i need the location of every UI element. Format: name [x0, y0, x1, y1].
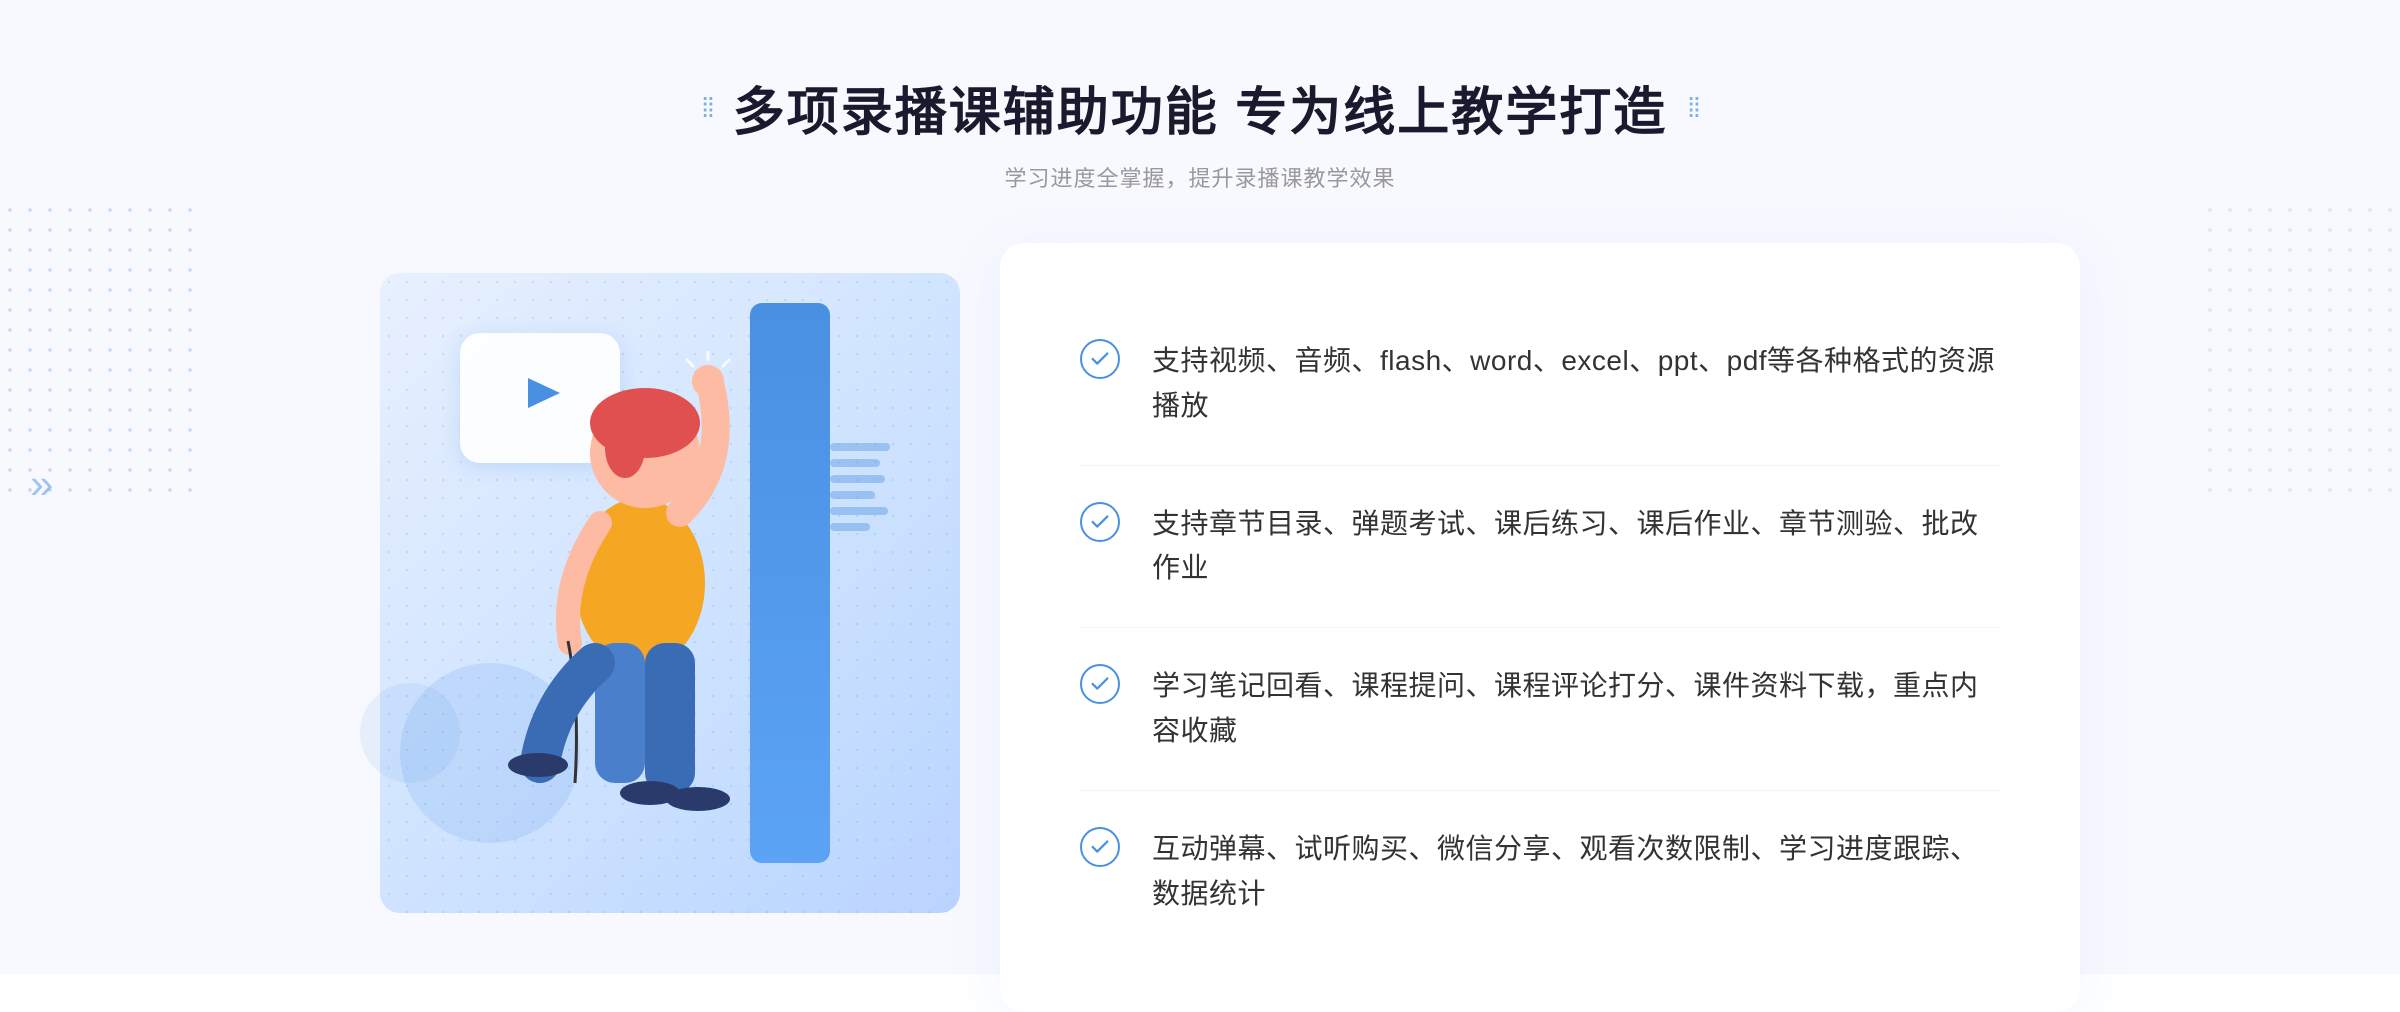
check-icon-3: [1080, 664, 1120, 704]
check-icon-2: [1080, 502, 1120, 542]
chevron-left-decoration: »: [30, 460, 53, 508]
check-icon-4: [1080, 827, 1120, 867]
stripe-decoration: [830, 443, 900, 563]
decorative-dots-left: ⁞⁞: [701, 92, 713, 124]
content-area: 支持视频、音频、flash、word、excel、ppt、pdf等各种格式的资源…: [320, 243, 2080, 1012]
bg-dots-left: [0, 200, 200, 500]
page-subtitle: 学习进度全掌握，提升录播课教学效果: [701, 161, 1699, 193]
decorative-dots-right: ⁞⁞: [1687, 92, 1699, 124]
feature-text-1: 支持视频、音频、flash、word、excel、ppt、pdf等各种格式的资源…: [1152, 339, 2000, 429]
illustration-container: [320, 243, 1020, 943]
circle-blue-small: [360, 683, 460, 783]
feature-item-4: 互动弹幕、试听购买、微信分享、观看次数限制、学习进度跟踪、数据统计: [1080, 791, 2000, 953]
feature-item-2: 支持章节目录、弹题考试、课后练习、课后作业、章节测验、批改作业: [1080, 466, 2000, 629]
page-title: 多项录播课辅助功能 专为线上教学打造: [733, 70, 1667, 145]
feature-text-2: 支持章节目录、弹题考试、课后练习、课后作业、章节测验、批改作业: [1152, 502, 2000, 592]
header-section: ⁞⁞ 多项录播课辅助功能 专为线上教学打造 ⁞⁞ 学习进度全掌握，提升录播课教学…: [701, 70, 1699, 193]
bg-dots-right: [2200, 200, 2400, 500]
header-title-row: ⁞⁞ 多项录播课辅助功能 专为线上教学打造 ⁞⁞: [701, 70, 1699, 145]
person-illustration: [450, 303, 830, 923]
features-panel: 支持视频、音频、flash、word、excel、ppt、pdf等各种格式的资源…: [1000, 243, 2080, 1012]
page-container: » ⁞⁞ 多项录播课辅助功能 专为线上教学打造 ⁞⁞ 学习进度全掌握，提升录播课…: [0, 0, 2400, 974]
feature-item-1: 支持视频、音频、flash、word、excel、ppt、pdf等各种格式的资源…: [1080, 303, 2000, 466]
feature-text-3: 学习笔记回看、课程提问、课程评论打分、课件资料下载，重点内容收藏: [1152, 664, 2000, 754]
check-icon-1: [1080, 339, 1120, 379]
feature-text-4: 互动弹幕、试听购买、微信分享、观看次数限制、学习进度跟踪、数据统计: [1152, 827, 2000, 917]
feature-item-3: 学习笔记回看、课程提问、课程评论打分、课件资料下载，重点内容收藏: [1080, 628, 2000, 791]
